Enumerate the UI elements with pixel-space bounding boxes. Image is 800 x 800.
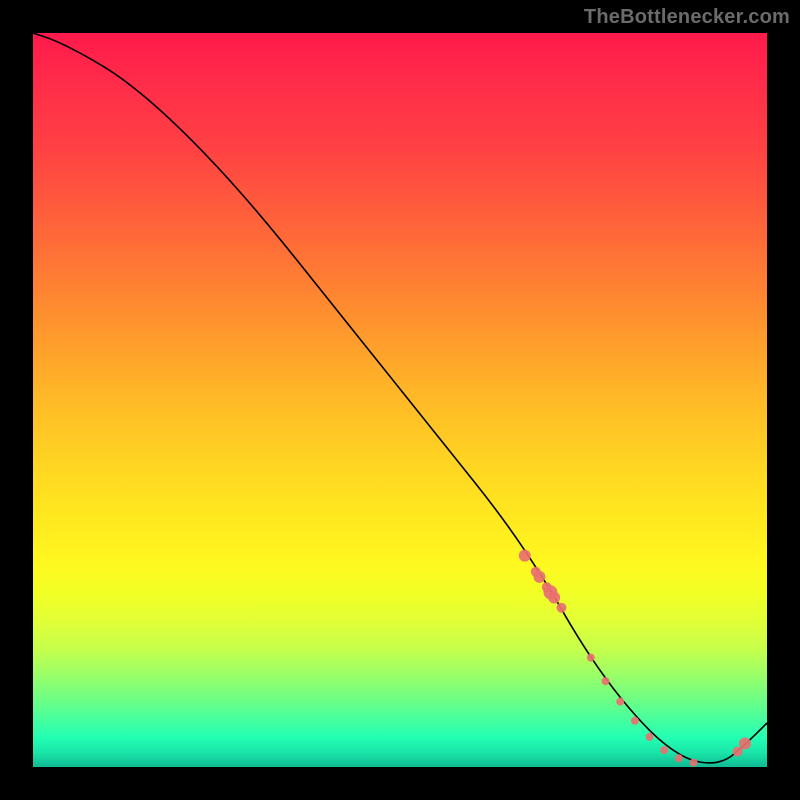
chart-frame: TheBottlenecker.com (0, 0, 800, 800)
data-marker (631, 717, 639, 725)
bottleneck-curve (33, 33, 767, 767)
curve-markers (519, 550, 751, 767)
data-marker (548, 591, 560, 603)
data-marker (602, 677, 610, 685)
data-marker (739, 738, 751, 750)
curve-line (33, 33, 767, 763)
data-marker (556, 603, 566, 613)
data-marker (616, 698, 624, 706)
data-marker (519, 550, 531, 562)
data-marker (533, 571, 545, 583)
data-marker (660, 746, 668, 754)
plot-area (33, 33, 767, 767)
attribution-text: TheBottlenecker.com (584, 6, 790, 29)
data-marker (675, 754, 683, 762)
data-marker (646, 733, 654, 741)
data-marker (690, 759, 698, 767)
data-marker (587, 654, 595, 662)
